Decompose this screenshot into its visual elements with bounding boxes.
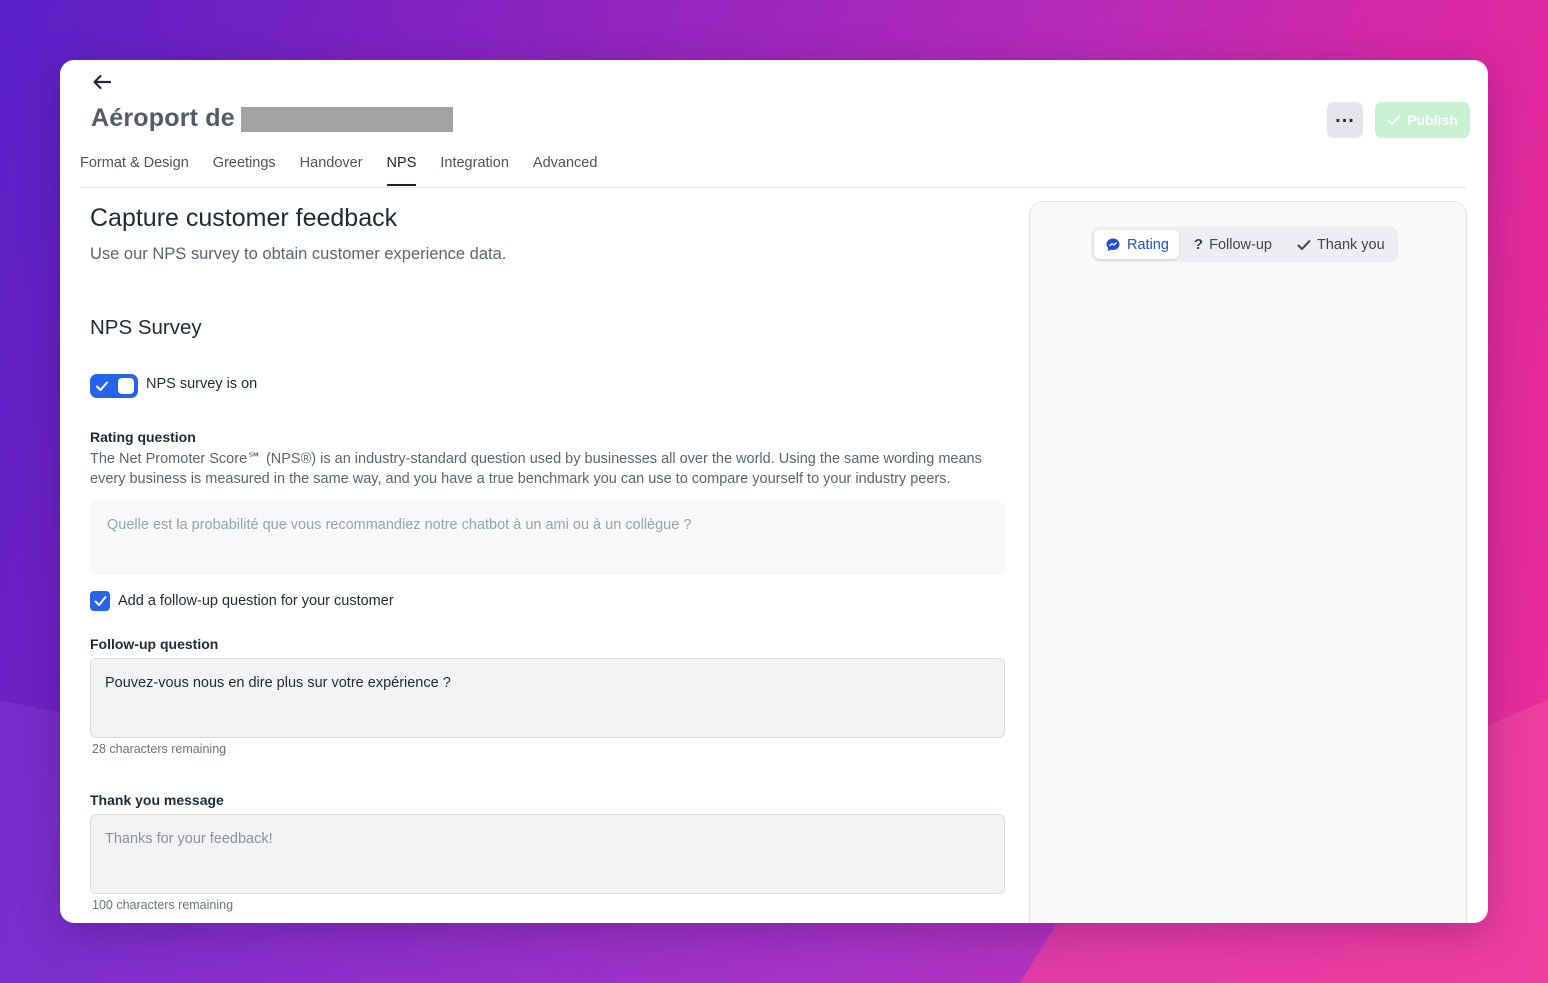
check-icon: [1387, 115, 1401, 125]
more-options-button[interactable]: ...: [1327, 102, 1363, 138]
tab-handover[interactable]: Handover: [300, 150, 363, 186]
redacted-block: [240, 107, 453, 132]
section-subheading: Use our NPS survey to obtain customer ex…: [90, 245, 507, 263]
followup-question-input[interactable]: Pouvez-vous nous en dire plus sur votre …: [90, 658, 1005, 738]
publish-label: Publish: [1407, 112, 1458, 128]
followup-question-label: Follow-up question: [90, 636, 219, 652]
preview-tab-followup-label: Follow-up: [1209, 236, 1272, 253]
preview-tab-followup[interactable]: ? Follow-up: [1183, 230, 1282, 259]
followup-checkbox[interactable]: [90, 591, 110, 611]
thank-you-message-input[interactable]: Thanks for your feedback!: [90, 814, 1005, 894]
tab-greetings[interactable]: Greetings: [213, 150, 276, 186]
editor-window: Aéroport de ... Publish Format & Design …: [60, 60, 1488, 923]
more-horizontal-icon: ...: [1335, 105, 1355, 127]
nps-survey-toggle-label: NPS survey is on: [146, 376, 258, 392]
tab-integration[interactable]: Integration: [440, 150, 509, 186]
tab-nps[interactable]: NPS: [386, 150, 416, 186]
page-title: Aéroport de: [91, 104, 453, 133]
check-icon: [94, 596, 106, 606]
question-mark-icon: ?: [1193, 236, 1204, 253]
preview-panel: Rating ? Follow-up Thank you: [1029, 201, 1467, 923]
nps-survey-toggle[interactable]: [90, 374, 138, 398]
rating-question-help: The Net Promoter Score℠ (NPS®) is an ind…: [90, 451, 982, 487]
thank-you-char-counter: 100 characters remaining: [92, 898, 234, 912]
tab-advanced[interactable]: Advanced: [533, 150, 598, 186]
publish-button[interactable]: Publish: [1375, 102, 1470, 138]
tab-format-design[interactable]: Format & Design: [80, 150, 189, 186]
toggle-knob: [118, 378, 134, 394]
page-title-text: Aéroport de: [91, 104, 235, 132]
preview-tab-thank-you[interactable]: Thank you: [1286, 230, 1395, 259]
followup-checkbox-label: Add a follow-up question for your custom…: [118, 593, 394, 609]
thank-you-message-label: Thank you message: [90, 792, 224, 808]
rating-question-field: Quelle est la probabilité que vous recom…: [90, 501, 1005, 575]
rating-question-label: Rating question: [90, 429, 196, 445]
nps-survey-title: NPS Survey: [90, 316, 202, 339]
check-icon: [96, 381, 108, 391]
section-heading: Capture customer feedback: [90, 204, 398, 232]
check-icon: [1297, 239, 1311, 250]
preview-step-switcher: Rating ? Follow-up Thank you: [1091, 227, 1398, 262]
preview-tab-rating-label: Rating: [1127, 236, 1169, 253]
chat-bubble-icon: [1106, 238, 1120, 251]
back-button[interactable]: [90, 70, 114, 94]
preview-tab-thank-you-label: Thank you: [1316, 236, 1385, 253]
tab-bar: Format & Design Greetings Handover NPS I…: [80, 150, 1466, 188]
arrow-left-icon: [93, 74, 112, 90]
preview-tab-rating[interactable]: Rating: [1094, 230, 1179, 259]
followup-char-counter: 28 characters remaining: [92, 742, 227, 756]
